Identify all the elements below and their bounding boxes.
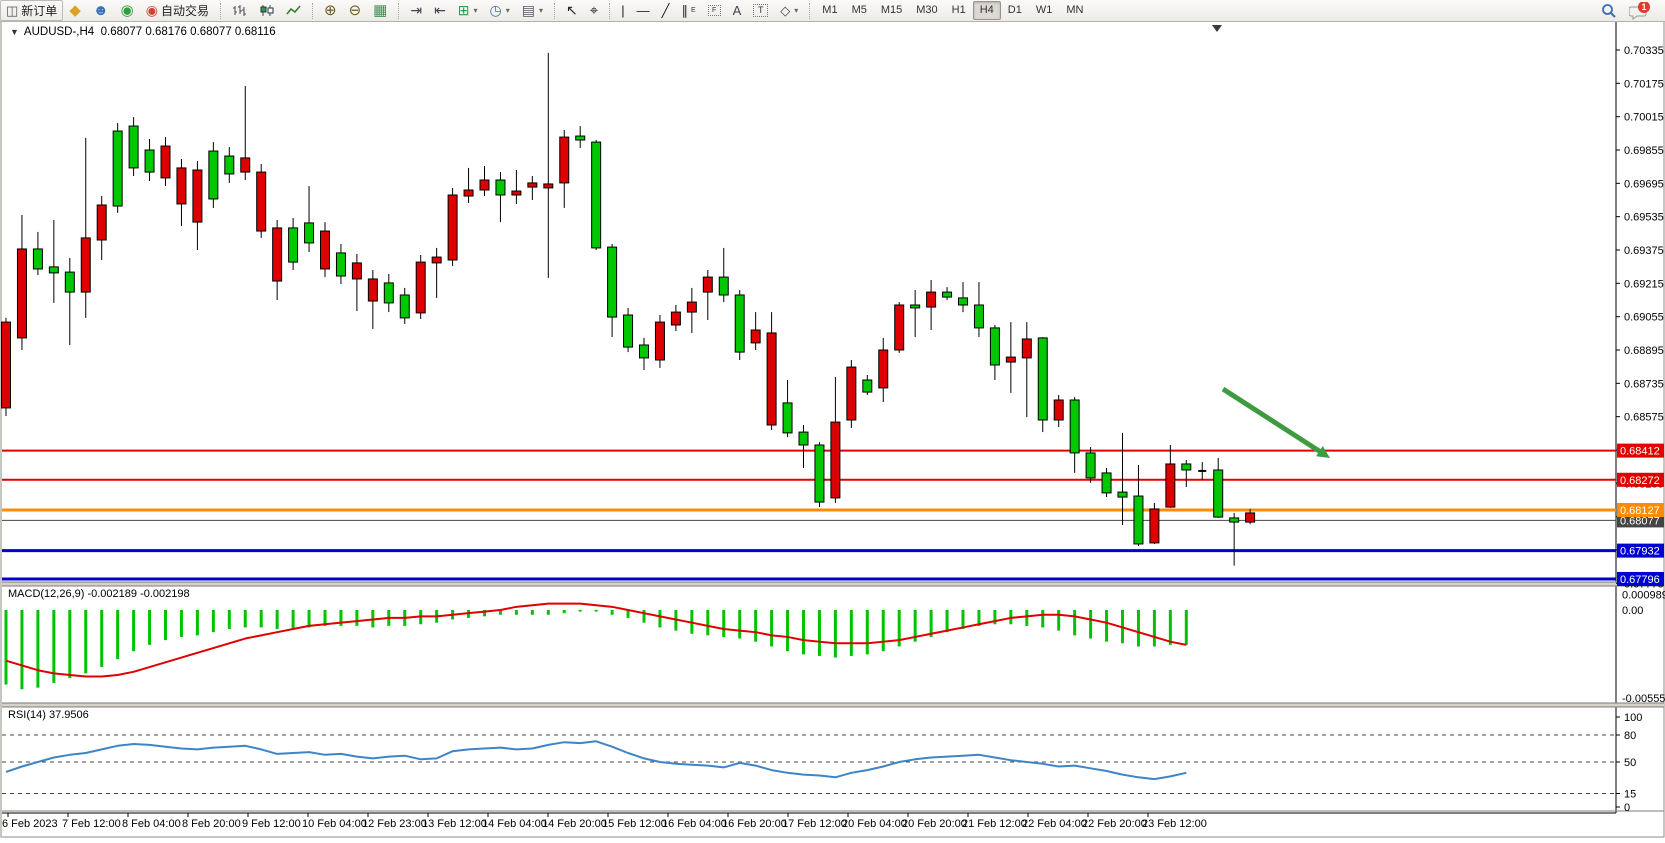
toolbar-separator	[609, 3, 610, 19]
line-chart-icon	[286, 4, 301, 17]
signals-button[interactable]: ◉	[115, 0, 140, 21]
chart-dropdown-arrow[interactable]: ▼	[10, 27, 19, 37]
dropdown-arrow-icon: ▾	[794, 6, 798, 15]
cursor-button[interactable]: ↖	[560, 0, 584, 21]
search-icon	[1601, 3, 1617, 19]
trendline-button[interactable]: ╱	[656, 0, 676, 21]
tab-timeframe-h1[interactable]: H1	[945, 1, 973, 20]
person-icon: ☻	[93, 4, 109, 17]
crosshair-icon: ⌖	[590, 4, 598, 17]
radar-icon: ◉	[121, 4, 134, 17]
time-axis[interactable]	[0, 813, 1616, 838]
add-indicator-icon: ⊞	[458, 4, 470, 17]
toolbar: ◫ 新订单 ◆ ☻ ◉ ◉ 自动交易 ⊕ ⊖ ▦ ⇥ ⇤ ⊞ ▾	[0, 0, 1665, 22]
macd-label: MACD(12,26,9) -0.002189 -0.002198	[8, 588, 190, 600]
dropdown-arrow-icon: ▾	[474, 6, 478, 15]
zoom-in-icon: ⊕	[324, 4, 337, 17]
chart-title: ▼ AUDUSD-,H4 0.68077 0.68176 0.68077 0.68…	[10, 26, 276, 38]
dropdown-arrow-icon: ▾	[539, 6, 543, 15]
search-button[interactable]	[1595, 0, 1623, 21]
fibonacci-icon: F	[708, 5, 721, 16]
chart-window-icon: ◫	[6, 4, 18, 17]
template-icon: ▤	[522, 4, 535, 17]
chart-shift-button[interactable]: ⇤	[428, 0, 452, 21]
template-button[interactable]: ▤ ▾	[516, 0, 549, 21]
shapes-button[interactable]: ◇ ▾	[774, 0, 804, 21]
bar-chart-icon	[232, 4, 247, 17]
channel-icon: ∥	[681, 4, 688, 17]
text-icon: A	[733, 4, 742, 17]
market-watch-button[interactable]: ☻	[87, 0, 115, 21]
zoom-out-icon: ⊖	[349, 4, 362, 17]
auto-trading-icon: ◉	[146, 4, 158, 17]
tab-timeframe-m5[interactable]: M5	[845, 1, 874, 20]
dropdown-arrow-icon: ▾	[506, 6, 510, 15]
toolbar-separator	[554, 3, 555, 19]
tab-timeframe-h4[interactable]: H4	[973, 1, 1001, 20]
toolbar-separator	[809, 3, 810, 19]
auto-trading-button[interactable]: ◉ 自动交易	[140, 0, 215, 21]
text-button[interactable]: A	[727, 0, 748, 21]
add-indicator-button[interactable]: ⊞ ▾	[452, 0, 484, 21]
tab-timeframe-mn[interactable]: MN	[1059, 1, 1090, 20]
tab-timeframe-m30[interactable]: M30	[909, 1, 944, 20]
fibonacci-button[interactable]: F	[702, 0, 727, 21]
main-chart-pane[interactable]	[0, 40, 1616, 582]
crosshair-button[interactable]: ⌖	[584, 0, 604, 21]
cursor-icon: ↖	[566, 4, 578, 17]
toolbar-separator	[398, 3, 399, 19]
trendline-icon: ╱	[662, 4, 670, 17]
tab-timeframe-w1[interactable]: W1	[1029, 1, 1060, 20]
tab-timeframe-m15[interactable]: M15	[874, 1, 909, 20]
tile-windows-icon: ▦	[373, 4, 387, 17]
toolbar-separator	[220, 3, 221, 19]
gold-icon: ◆	[69, 4, 81, 17]
candlestick-chart-icon	[259, 4, 274, 17]
rsi-label: RSI(14) 37.9506	[8, 709, 89, 721]
rsi-pane[interactable]	[0, 707, 1616, 811]
chat-bubble-icon: 1	[1629, 2, 1651, 20]
chart-shift-marker	[1212, 25, 1222, 32]
text-label-button[interactable]: T	[747, 0, 774, 21]
vertical-line-icon: |	[621, 4, 624, 17]
zoom-out-button[interactable]: ⊖	[343, 0, 368, 21]
price-axis[interactable]	[1616, 22, 1665, 813]
clock-icon: ◷	[490, 4, 502, 17]
tab-timeframe-d1[interactable]: D1	[1001, 1, 1029, 20]
tile-windows-button[interactable]: ▦	[367, 0, 393, 21]
shapes-icon: ◇	[780, 4, 790, 17]
text-label-icon: T	[753, 4, 768, 17]
notifications-button[interactable]: 1	[1623, 0, 1657, 21]
gold-button[interactable]: ◆	[63, 0, 87, 21]
vertical-line-button[interactable]: |	[615, 0, 630, 21]
auto-scroll-button[interactable]: ⇥	[404, 0, 428, 21]
auto-scroll-icon: ⇥	[410, 4, 422, 17]
chart-ohlc-values: 0.68077 0.68176 0.68077 0.68116	[101, 26, 276, 38]
horizontal-line-icon: —	[637, 4, 650, 17]
auto-trading-label: 自动交易	[161, 2, 209, 19]
candlestick-chart-button[interactable]	[253, 0, 280, 21]
macd-pane[interactable]	[0, 586, 1616, 703]
toolbar-separator	[312, 3, 313, 19]
line-chart-button[interactable]	[280, 0, 307, 21]
new-order-label: 新订单	[21, 2, 57, 19]
zoom-in-button[interactable]: ⊕	[318, 0, 343, 21]
horizontal-line-button[interactable]: —	[631, 0, 656, 21]
periods-button[interactable]: ◷ ▾	[484, 0, 516, 21]
bar-chart-button[interactable]	[226, 0, 253, 21]
chart-symbol-period: AUDUSD-,H4	[24, 26, 94, 38]
equidistant-channel-button[interactable]: ∥E	[675, 0, 701, 21]
chart-shift-icon: ⇤	[434, 4, 446, 17]
svg-text:1: 1	[1641, 2, 1646, 12]
tab-timeframe-m1[interactable]: M1	[815, 1, 844, 20]
new-order-button[interactable]: ◫ 新订单	[0, 0, 63, 21]
